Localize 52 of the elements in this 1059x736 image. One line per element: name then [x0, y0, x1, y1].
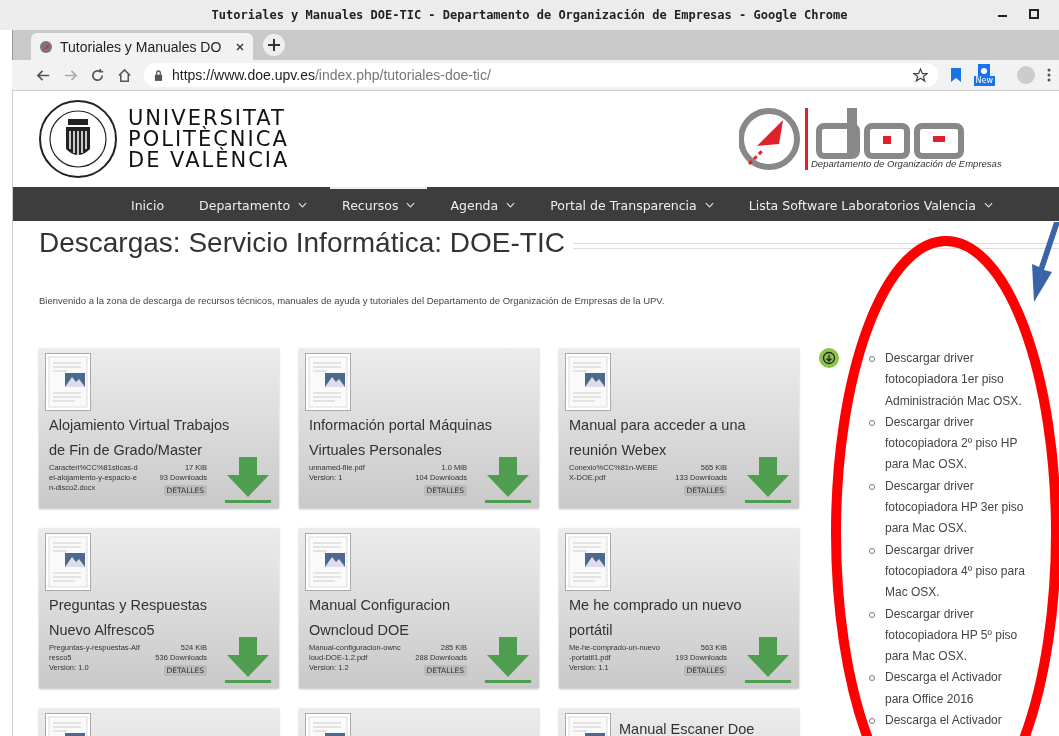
document-thumbnail-icon [565, 353, 611, 411]
download-arrow-icon[interactable] [225, 457, 271, 503]
close-icon[interactable] [235, 41, 245, 52]
document-thumbnail-icon [305, 533, 351, 591]
new-tab-icon[interactable] [263, 34, 285, 56]
sidebar-link[interactable]: Descargar driver fotocopiadora 4º piso para Mac OSX. [885, 539, 1027, 604]
menu-icon[interactable] [1047, 67, 1051, 83]
maximize-button[interactable] [1029, 9, 1039, 19]
download-arrow-icon[interactable] [485, 637, 531, 683]
intro-text: Bienvenido a la zona de descarga de recursos técnicos, manuales de ayuda y tutoriales del Departamento de Organización de Empresas de la UPV. [39, 295, 666, 306]
new-badge: New [973, 76, 995, 86]
download-arrow-icon[interactable] [745, 637, 791, 683]
page-title: Descargas: Servicio Informática: DOE-TIC [39, 227, 565, 259]
document-thumbnail-icon [45, 533, 91, 591]
download-title[interactable]: Manual Configuracion Owncloud DOE [305, 593, 505, 643]
sidebar-link[interactable]: Descarga el Activador para Office 2016 [885, 667, 1027, 711]
lock-icon [154, 69, 163, 81]
download-title[interactable]: Manual para acceder a una reunión Webex [565, 413, 765, 463]
download-title[interactable]: Me he comprado un nuevo portátil [565, 593, 765, 643]
home-icon[interactable] [117, 67, 132, 83]
sidebar-link[interactable]: Descargar driver fotocopiadora 2º piso HP para Mac OSX. [885, 411, 1027, 476]
sidebar-link[interactable]: Descargar driver fotocopiadora HP 3er piso para Mac OSX. [885, 475, 1027, 540]
sidebar-link[interactable]: Descargar driver fotocopiadora 1er piso Administración Mac OSX. [885, 348, 1027, 412]
sidebar-link[interactable]: Descargar driver fotocopiadora HP 5º piso para Mac OSX. [885, 603, 1027, 668]
download-title[interactable]: Preguntas y Respuestas Nuevo Alfresco5 [45, 593, 245, 643]
bookmark-icon[interactable] [949, 67, 962, 83]
nav-item[interactable]: Recursos [330, 187, 428, 221]
nav-item[interactable]: Agenda [438, 187, 528, 221]
browser-tab[interactable]: Tutoriales y Manuales DO [31, 33, 253, 60]
download-arrow-icon[interactable] [745, 457, 791, 503]
document-thumbnail-icon [45, 353, 91, 411]
download-title[interactable]: Manual Escaner Doe [619, 717, 791, 736]
document-thumbnail-icon [305, 353, 351, 411]
download-arrow-icon[interactable] [485, 457, 531, 503]
download-title[interactable]: Información portal Máquinas Virtuales Personales [305, 413, 505, 463]
star-icon[interactable] [912, 67, 928, 83]
favicon-icon [39, 39, 53, 54]
download-circle-icon [819, 348, 839, 368]
download-arrow-icon[interactable] [225, 637, 271, 683]
download-title[interactable]: Alojamiento Virtual Trabajos de Fin de Grado/Master [45, 413, 245, 463]
nav-item[interactable]: Lista Software Laboratorios Valencia [736, 187, 1005, 221]
nav-item[interactable]: Inicio [119, 187, 177, 221]
department-name: Departamento de Organización de Empresas [811, 158, 1002, 169]
nav-item[interactable]: Portal de Transparencia [538, 187, 726, 221]
university-seal-icon [38, 99, 118, 179]
address-field[interactable]: https://www.doe.upv.es/index.php/tutoriales-doe-tic/ [144, 63, 938, 87]
document-thumbnail-icon [565, 533, 611, 591]
sidebar-link[interactable]: Descarga el Activador [885, 710, 1027, 732]
reload-icon[interactable] [90, 67, 105, 83]
extension-icon[interactable] [977, 64, 992, 76]
nav-item[interactable]: Departamento [187, 187, 320, 221]
window-title: Tutoriales y Manuales DOE-TIC - Departamento de Organización de Empresas - Google Chrome [211, 8, 848, 22]
